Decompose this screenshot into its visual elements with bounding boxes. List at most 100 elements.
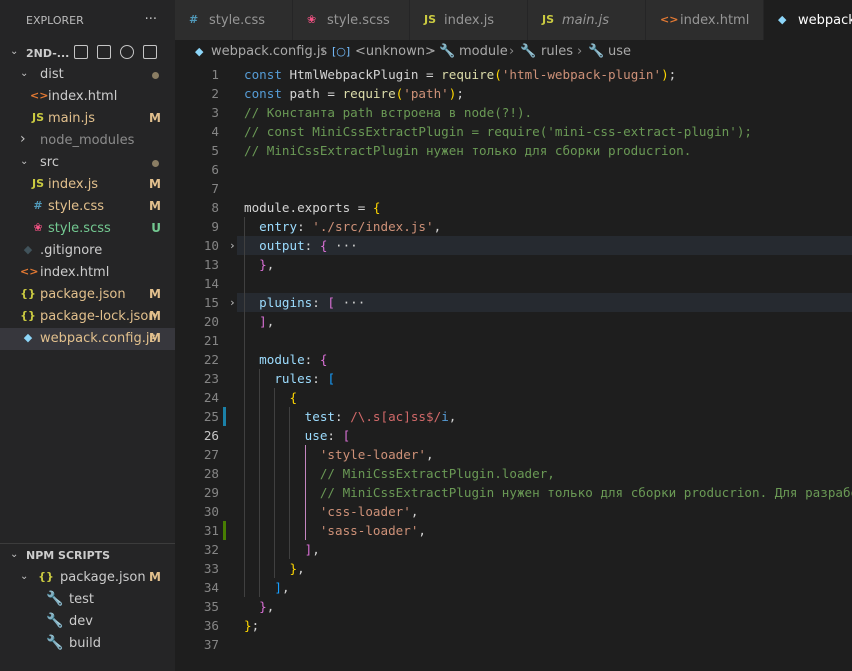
tree-item[interactable]: <> index.html [0,86,175,108]
code-line: test: /\.s[ac]ss$/i, [304,409,457,424]
tree-item[interactable]: ⌄ src [0,152,175,174]
breadcrumb-file[interactable]: webpack.config.js [211,44,327,59]
npm-script-label: dev [69,614,93,629]
tree-item-label: style.scss [48,221,111,236]
line-number: 32 [203,542,219,557]
chevron-right-icon[interactable]: › [229,236,236,255]
workspace-actions [74,45,157,59]
breadcrumb-module[interactable]: module [459,44,508,59]
git-status-badge: M [149,570,161,584]
code-line: ], [259,314,275,329]
npm-script-dev[interactable]: 🔧 dev [0,611,175,633]
chevron-down-icon: ⌄ [10,46,19,57]
editor-tab[interactable]: <> index.html [646,0,764,40]
tree-item[interactable]: {} package-lock.json M [0,306,175,328]
tree-item-label: style.css [48,199,104,214]
tab-label: index.js [444,13,495,28]
git-added-marker [223,521,226,540]
code-line: 'css-loader', [319,504,419,519]
tree-item-label: index.html [48,89,118,104]
tree-item[interactable]: {} package.json M [0,284,175,306]
code-line: ], [304,542,320,557]
tree-item[interactable]: <> index.html [0,262,175,284]
code-line: }, [259,599,275,614]
tree-item[interactable]: ❀ style.scss U [0,218,175,240]
line-number: 36 [203,618,219,633]
breadcrumb-use[interactable]: use [608,44,631,59]
breadcrumb-scope[interactable]: <unknown> [355,44,436,59]
tree-item-label: package.json [40,287,126,302]
git-status-badge: M [149,177,161,191]
tree-item[interactable]: ◆ webpack.config.js M [0,328,175,350]
tree-item-label: package-lock.json [40,309,157,324]
refresh-icon[interactable] [120,45,134,59]
tree-item-label: src [40,155,59,170]
code-line: // MiniCssExtractPlugin нужен только для… [319,485,852,500]
new-folder-icon[interactable] [97,45,111,59]
tree-item-label: index.html [40,265,110,280]
line-number: 9 [211,219,219,234]
collapse-all-icon[interactable] [143,45,157,59]
tree-item[interactable]: JS index.js M [0,174,175,196]
line-number: 35 [203,599,219,614]
breadcrumb-rules[interactable]: rules [541,44,573,59]
npm-script-test[interactable]: 🔧 test [0,589,175,611]
code-line: plugins: [ ··· [259,295,366,310]
tree-item[interactable]: JS main.js M [0,108,175,130]
css-file-icon: # [189,13,199,26]
tree-item[interactable]: ◆ .gitignore [0,240,175,262]
npm-scripts-header[interactable]: ⌄ NPM SCRIPTS [0,543,175,567]
code-line: const path = require('path'); [244,86,464,101]
npm-script-build[interactable]: 🔧 build [0,633,175,655]
webpack-file-icon: ◆ [23,331,33,344]
tree-item-label: dist [40,67,64,82]
line-number: 13 [203,257,219,272]
git-modified-marker [223,407,226,426]
more-actions-icon[interactable]: ··· [145,12,157,27]
code-line: // MiniCssExtractPlugin.loader, [319,466,555,481]
tree-item-label: node_modules [40,133,135,148]
code-line: use: [ [304,428,351,443]
editor-tab[interactable]: ❀ style.scss [293,0,410,40]
editor-tabs: # style.css ❀ style.scss JS index.js JS main.js… [175,0,852,40]
npm-package-json[interactable]: ⌄ {} package.json M [0,567,175,589]
editor-tab[interactable]: ◆ webpack [764,0,852,40]
explorer-sidebar: EXPLORER ··· ⌄ 2ND-... ⌄ dist <> index.html… [0,0,175,671]
tree-item[interactable]: › node_modules [0,130,175,152]
line-number: 26 [203,428,219,443]
breadcrumb-separator-icon: › [509,44,515,59]
wrench-icon: 🔧 [46,613,64,629]
line-number: 25 [203,409,219,424]
chevron-right-icon[interactable]: › [229,293,236,312]
line-number: 7 [211,181,219,196]
workspace-root[interactable]: ⌄ 2ND-... [0,42,175,64]
tree-item[interactable]: ⌄ dist [0,64,175,86]
npm-script-label: build [69,636,101,651]
webpack-file-icon: ◆ [778,13,787,26]
line-number: 1 [211,67,219,82]
scss-file-icon: ❀ [33,221,43,234]
json-file-icon: {} [20,309,36,322]
code-line: // Константа path встроена в node(?!). [244,105,533,120]
editor-tab[interactable]: JS index.js [410,0,528,40]
line-number: 37 [203,637,219,652]
tab-label: style.scss [327,13,390,28]
code-line: const HtmlWebpackPlugin = require('html-… [244,67,677,82]
wrench-icon: 🔧 [588,44,605,59]
editor-tab[interactable]: JS main.js [528,0,646,40]
tab-label: webpack [798,13,852,28]
code-line: rules: [ [274,371,336,386]
code-line: 'style-loader', [319,447,434,462]
tree-item-label: main.js [48,111,95,126]
editor-tab[interactable]: # style.css [175,0,293,40]
line-number: 34 [203,580,219,595]
wrench-icon: 🔧 [46,635,64,651]
npm-file-label: package.json [60,570,146,585]
npm-script-label: test [69,592,94,607]
modified-dot-icon [152,72,159,79]
chevron-down-icon: ⌄ [10,549,19,560]
js-file-icon: JS [542,13,555,26]
code-editor[interactable]: › › 1 const HtmlWebpackPlugin = require('… [175,64,852,671]
new-file-icon[interactable] [74,45,88,59]
tree-item[interactable]: # style.css M [0,196,175,218]
